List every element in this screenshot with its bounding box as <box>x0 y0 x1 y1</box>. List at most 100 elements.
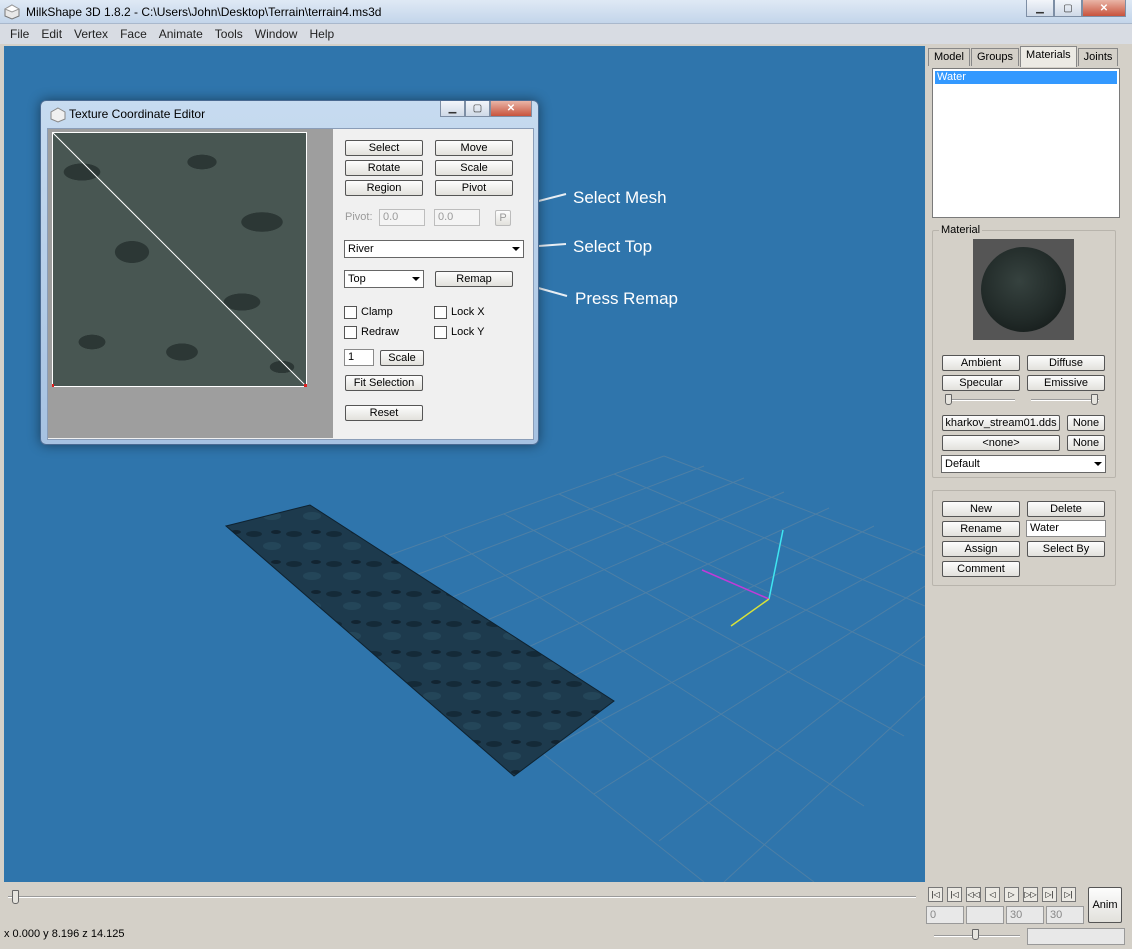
clamp-checkbox[interactable] <box>344 306 357 319</box>
blend-mode-value: Default <box>945 458 980 470</box>
texture-file-button[interactable]: kharkov_stream01.dds <box>942 415 1060 431</box>
dialog-close-button[interactable]: ✕ <box>490 101 532 117</box>
total-frames-field[interactable]: 30 <box>1046 906 1084 924</box>
ambient-button[interactable]: Ambient <box>942 355 1020 371</box>
select-by-material-button[interactable]: Select By <box>1027 541 1105 557</box>
scale-value-field[interactable]: 1 <box>344 349 374 366</box>
menu-tools[interactable]: Tools <box>209 27 249 41</box>
rename-material-button[interactable]: Rename <box>942 521 1020 537</box>
alpha-none-button[interactable]: None <box>1067 435 1105 451</box>
transparency-slider-track <box>1031 399 1099 401</box>
menu-file[interactable]: File <box>4 27 35 41</box>
dialog-minimize-button[interactable]: ▁ <box>440 101 465 117</box>
lock-y-checkbox[interactable] <box>434 326 447 339</box>
axis-gizmo <box>701 529 784 627</box>
rewind-button[interactable]: ◁◁ <box>966 887 981 902</box>
emissive-button[interactable]: Emissive <box>1027 375 1105 391</box>
tab-model[interactable]: Model <box>928 48 970 66</box>
close-button[interactable]: ✕ <box>1082 0 1126 17</box>
projection-select-value: Top <box>348 273 366 285</box>
lock-x-checkbox[interactable] <box>434 306 447 319</box>
rotate-tool-button[interactable]: Rotate <box>345 160 423 176</box>
chevron-down-icon <box>512 247 520 251</box>
shininess-slider-thumb[interactable] <box>945 394 952 405</box>
mesh-select-combo[interactable]: River <box>344 240 524 258</box>
menu-help[interactable]: Help <box>303 27 340 41</box>
pivot-label: Pivot: <box>345 211 373 223</box>
pivot-y-field: 0.0 <box>434 209 480 226</box>
material-actions-group: New Delete Rename Water Assign Select By… <box>932 490 1116 586</box>
scale-apply-button[interactable]: Scale <box>380 350 424 366</box>
timeline-thumb[interactable] <box>12 890 19 904</box>
uv-editor-canvas[interactable] <box>48 129 333 438</box>
last-frame-button[interactable]: ▷| <box>1061 887 1076 902</box>
dialog-title: Texture Coordinate Editor <box>69 107 206 121</box>
region-tool-button[interactable]: Region <box>345 180 423 196</box>
current-frame-field[interactable]: 0 <box>926 906 964 924</box>
milkshape-app-icon <box>4 4 20 20</box>
dialog-maximize-button[interactable]: ▢ <box>465 101 490 117</box>
fast-forward-button[interactable]: ▷▷ <box>1023 887 1038 902</box>
menu-edit[interactable]: Edit <box>35 27 68 41</box>
anim-toggle-button[interactable]: Anim <box>1088 887 1122 923</box>
tab-joints[interactable]: Joints <box>1077 48 1119 66</box>
materials-list[interactable]: Water <box>932 68 1120 218</box>
chevron-down-icon <box>1094 462 1102 466</box>
frame-field-3[interactable]: 30 <box>1006 906 1044 924</box>
material-list-item[interactable]: Water <box>935 71 1117 84</box>
select-tool-button[interactable]: Select <box>345 140 423 156</box>
next-key-button[interactable]: ▷| <box>1042 887 1057 902</box>
lock-y-label: Lock Y <box>451 326 485 338</box>
menu-vertex[interactable]: Vertex <box>68 27 114 41</box>
scale-tool-button[interactable]: Scale <box>435 160 513 176</box>
reset-button[interactable]: Reset <box>345 405 423 421</box>
minimize-button[interactable]: ▁ <box>1026 0 1054 17</box>
blend-mode-combo[interactable]: Default <box>941 455 1106 473</box>
pivot-tool-button[interactable]: Pivot <box>435 180 513 196</box>
prev-frame-button[interactable]: ◁ <box>985 887 1000 902</box>
menu-window[interactable]: Window <box>249 27 304 41</box>
callout-press-remap: Press Remap <box>575 289 678 308</box>
timeline-bar: |◁ |◁ ◁◁ ◁ ▷ ▷▷ ▷| ▷| 0 30 30 Anim x 0.0… <box>0 884 1132 949</box>
uv-texture-preview <box>52 132 307 387</box>
remap-button[interactable]: Remap <box>435 271 513 287</box>
texture-coordinate-editor-dialog: Texture Coordinate Editor ▁ ▢ ✕ Select M… <box>40 100 539 445</box>
first-frame-button[interactable]: |◁ <box>928 887 943 902</box>
diffuse-button[interactable]: Diffuse <box>1027 355 1105 371</box>
pivot-x-field: 0.0 <box>379 209 425 226</box>
projection-select-combo[interactable]: Top <box>344 270 424 288</box>
menu-animate[interactable]: Animate <box>153 27 209 41</box>
delete-material-button[interactable]: Delete <box>1027 501 1105 517</box>
next-frame-button[interactable]: ▷ <box>1004 887 1019 902</box>
tab-groups[interactable]: Groups <box>970 48 1020 66</box>
pivot-p-button: P <box>495 210 511 226</box>
comment-button[interactable]: Comment <box>942 561 1020 577</box>
title-bar: MilkShape 3D 1.8.2 - C:\Users\John\Deskt… <box>0 0 1132 24</box>
tab-materials[interactable]: Materials <box>1020 46 1077 67</box>
material-group: Material Ambient Diffuse Specular Emissi… <box>932 224 1116 478</box>
callout-select-top: Select Top <box>573 237 653 256</box>
menu-bar: File Edit Vertex Face Animate Tools Wind… <box>0 24 1132 44</box>
river-mesh[interactable] <box>224 504 615 777</box>
redraw-checkbox[interactable] <box>344 326 357 339</box>
uv-wireframe <box>52 132 307 387</box>
texture-none-button[interactable]: None <box>1067 415 1105 431</box>
chevron-down-icon <box>412 277 420 281</box>
move-tool-button[interactable]: Move <box>435 140 513 156</box>
speed-slider-thumb[interactable] <box>972 929 979 940</box>
new-material-button[interactable]: New <box>942 501 1020 517</box>
alpha-file-button[interactable]: <none> <box>942 435 1060 451</box>
lock-x-label: Lock X <box>451 306 485 318</box>
panel-tabs: Model Groups Materials Joints <box>928 46 1119 67</box>
specular-button[interactable]: Specular <box>942 375 1020 391</box>
prev-key-button[interactable]: |◁ <box>947 887 962 902</box>
redraw-label: Redraw <box>361 326 399 338</box>
frame-field-2[interactable] <box>966 906 1004 924</box>
material-preview <box>973 239 1074 340</box>
assign-material-button[interactable]: Assign <box>942 541 1020 557</box>
maximize-button[interactable]: ▢ <box>1054 0 1082 17</box>
transparency-slider-thumb[interactable] <box>1091 394 1098 405</box>
fit-selection-button[interactable]: Fit Selection <box>345 375 423 391</box>
rename-field[interactable]: Water <box>1026 520 1106 537</box>
menu-face[interactable]: Face <box>114 27 153 41</box>
